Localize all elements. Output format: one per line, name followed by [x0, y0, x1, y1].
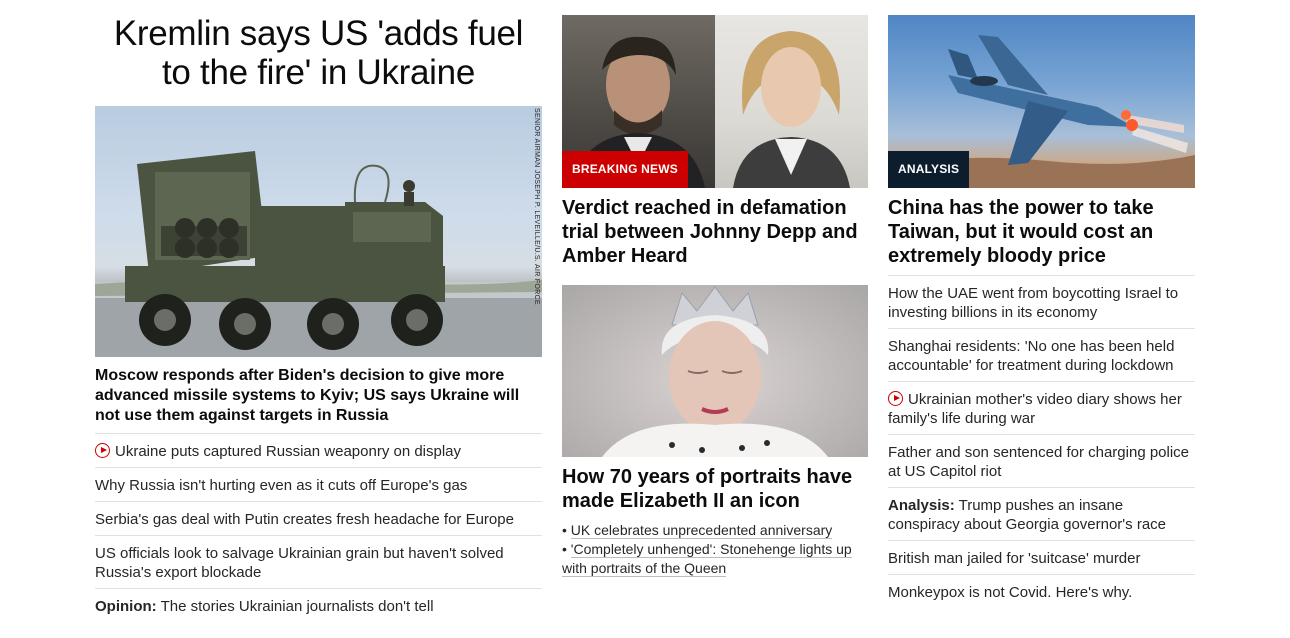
list-item[interactable]: Shanghai residents: 'No one has been hel…	[888, 328, 1195, 381]
lead-story-image[interactable]: SENIOR AIRMAN JOSEPH P. LEVEILLE/U.S. AI…	[95, 106, 542, 357]
link-text[interactable]: Why Russia isn't hurting even as it cuts…	[95, 477, 467, 494]
link-text[interactable]: Monkeypox is not Covid. Here's why.	[888, 584, 1132, 601]
list-item[interactable]: • UK celebrates unprecedented anniversar…	[562, 521, 868, 540]
link-text[interactable]: British man jailed for 'suitcase' murder	[888, 550, 1141, 567]
middle-column: BREAKING NEWS Verdict reached in defamat…	[562, 0, 868, 578]
list-item[interactable]: • 'Completely unhenged': Stonehenge ligh…	[562, 540, 868, 578]
queen-bullets-list: • UK celebrates unprecedented anniversar…	[562, 521, 868, 578]
queen-portrait-image[interactable]	[562, 285, 868, 457]
bullet-link[interactable]: 'Completely unhenged': Stonehenge lights…	[562, 541, 852, 577]
depp-heard-image[interactable]: BREAKING NEWS	[562, 15, 868, 188]
list-item[interactable]: Opinion: The stories Ukrainian journalis…	[95, 588, 542, 622]
list-item[interactable]: Ukraine puts captured Russian weaponry o…	[95, 433, 542, 467]
right-column: ANALYSIS China has the power to take Tai…	[888, 0, 1195, 608]
breaking-news-badge: BREAKING NEWS	[562, 151, 688, 188]
link-text[interactable]: Ukrainian mother's video diary shows her…	[888, 391, 1182, 427]
analysis-label: Analysis:	[888, 497, 955, 514]
photo-credit: SENIOR AIRMAN JOSEPH P. LEVEILLE/U.S. AI…	[533, 108, 540, 305]
related-links-list: Ukraine puts captured Russian weaponry o…	[95, 433, 542, 622]
queen-headline[interactable]: How 70 years of portraits have made Eliz…	[562, 465, 868, 513]
queen-portrait-illustration	[602, 286, 828, 457]
list-item[interactable]: Why Russia isn't hurting even as it cuts…	[95, 467, 542, 501]
right-links-list: How the UAE went from boycotting Israel …	[888, 275, 1195, 608]
list-item[interactable]: Ukrainian mother's video diary shows her…	[888, 381, 1195, 434]
lead-story-column: Kremlin says US 'adds fuel to the fire' …	[95, 0, 542, 622]
list-item[interactable]: Analysis: Trump pushes an insane conspir…	[888, 487, 1195, 540]
link-text[interactable]: US officials look to salvage Ukrainian g…	[95, 545, 504, 581]
list-item[interactable]: British man jailed for 'suitcase' murder	[888, 540, 1195, 574]
list-item[interactable]: How the UAE went from boycotting Israel …	[888, 275, 1195, 328]
play-video-icon	[888, 391, 903, 406]
analysis-badge: ANALYSIS	[888, 151, 970, 188]
link-text[interactable]: Shanghai residents: 'No one has been hel…	[888, 338, 1174, 374]
link-text[interactable]: How the UAE went from boycotting Israel …	[888, 285, 1178, 321]
depp-heard-headline[interactable]: Verdict reached in defamation trial betw…	[562, 196, 868, 268]
list-item[interactable]: Serbia's gas deal with Putin creates fre…	[95, 501, 542, 535]
play-video-icon	[95, 443, 110, 458]
woman-silhouette-illustration	[733, 31, 850, 188]
lead-headline[interactable]: Kremlin says US 'adds fuel to the fire' …	[95, 14, 542, 92]
link-text[interactable]: Ukraine puts captured Russian weaponry o…	[115, 443, 461, 460]
link-text[interactable]: Serbia's gas deal with Putin creates fre…	[95, 511, 514, 528]
link-text[interactable]: Father and son sentenced for charging po…	[888, 444, 1189, 480]
portrait-woman	[715, 15, 868, 188]
rocket-launcher-truck-illustration	[95, 151, 542, 357]
list-item[interactable]: Father and son sentenced for charging po…	[888, 434, 1195, 487]
opinion-label: Opinion:	[95, 598, 157, 615]
lead-summary-link[interactable]: Moscow responds after Biden's decision t…	[95, 366, 542, 426]
bullet-link[interactable]: UK celebrates unprecedented anniversary	[570, 522, 833, 539]
fighter-jet-image[interactable]: ANALYSIS	[888, 15, 1195, 188]
link-text[interactable]: The stories Ukrainian journalists don't …	[161, 598, 434, 615]
china-taiwan-headline[interactable]: China has the power to take Taiwan, but …	[888, 196, 1195, 268]
list-item[interactable]: Monkeypox is not Covid. Here's why.	[888, 574, 1195, 608]
list-item[interactable]: US officials look to salvage Ukrainian g…	[95, 535, 542, 588]
